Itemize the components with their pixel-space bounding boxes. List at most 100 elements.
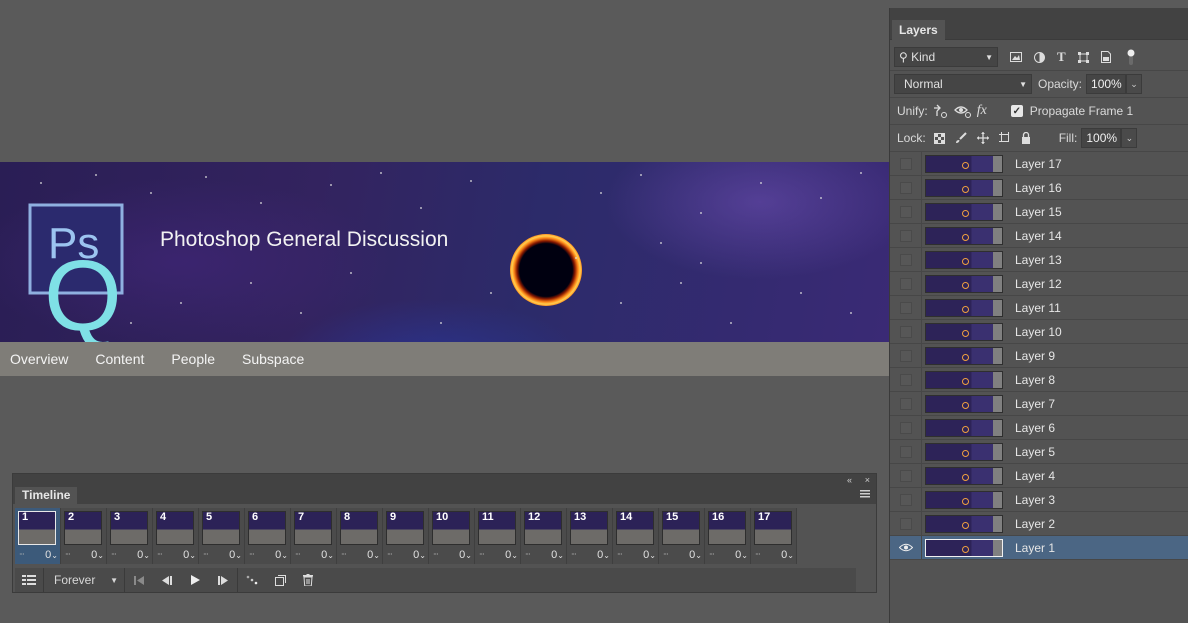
animation-frame[interactable]: 1 ⋅⋅⋅ 0⌄	[15, 508, 61, 564]
visibility-toggle[interactable]	[890, 415, 922, 440]
frame-delay-select[interactable]: 0⌄	[781, 549, 794, 561]
tween-icon[interactable]	[238, 568, 266, 592]
fill-dropdown-button[interactable]: ⌄	[1121, 128, 1138, 148]
visibility-toggle[interactable]	[890, 463, 922, 488]
layer-name[interactable]: Layer 14	[1015, 229, 1062, 243]
animation-frame[interactable]: 14 ⋅⋅⋅ 0⌄	[613, 508, 659, 564]
unify-style-icon[interactable]: fx	[977, 103, 987, 119]
convert-to-video-timeline-icon[interactable]	[15, 568, 43, 592]
frame-delay-select[interactable]: 0⌄	[735, 549, 748, 561]
layer-name[interactable]: Layer 6	[1015, 421, 1055, 435]
animation-frame[interactable]: 13 ⋅⋅⋅ 0⌄	[567, 508, 613, 564]
visibility-toggle[interactable]	[890, 175, 922, 200]
frame-delay-select[interactable]: 0⌄	[367, 549, 380, 561]
animation-frame[interactable]: 7 ⋅⋅⋅ 0⌄	[291, 508, 337, 564]
visibility-toggle[interactable]	[890, 223, 922, 248]
frame-delay-select[interactable]: 0⌄	[45, 549, 58, 561]
animation-frame[interactable]: 6 ⋅⋅⋅ 0⌄	[245, 508, 291, 564]
layer-row[interactable]: Layer 7	[890, 391, 1188, 416]
layer-row[interactable]: Layer 1	[890, 535, 1188, 560]
lock-transparent-pixels-icon[interactable]	[933, 132, 945, 144]
filter-toggle-icon[interactable]	[1127, 49, 1135, 65]
animation-frame[interactable]: 12 ⋅⋅⋅ 0⌄	[521, 508, 567, 564]
previous-frame-icon[interactable]	[153, 568, 181, 592]
loop-options-select[interactable]: Forever ▼	[44, 573, 124, 587]
layer-name[interactable]: Layer 13	[1015, 253, 1062, 267]
layer-name[interactable]: Layer 17	[1015, 157, 1062, 171]
visibility-toggle[interactable]	[890, 511, 922, 536]
frame-disposal-icon[interactable]: ⋅⋅⋅	[341, 550, 347, 559]
frame-delay-select[interactable]: 0⌄	[413, 549, 426, 561]
animation-frame[interactable]: 2 ⋅⋅⋅ 0⌄	[61, 508, 107, 564]
timeline-tab[interactable]: Timeline	[15, 487, 78, 504]
layer-row[interactable]: Layer 11	[890, 295, 1188, 320]
frame-disposal-icon[interactable]: ⋅⋅⋅	[709, 550, 715, 559]
frame-disposal-icon[interactable]: ⋅⋅⋅	[65, 550, 71, 559]
layer-name[interactable]: Layer 9	[1015, 349, 1055, 363]
visibility-toggle[interactable]	[890, 439, 922, 464]
shape-filter-icon[interactable]	[1077, 51, 1089, 63]
animation-frame[interactable]: 10 ⋅⋅⋅ 0⌄	[429, 508, 475, 564]
layer-row[interactable]: Layer 6	[890, 415, 1188, 440]
lock-position-icon[interactable]	[976, 132, 989, 144]
opacity-dropdown-button[interactable]: ⌄	[1126, 74, 1143, 94]
trash-icon[interactable]	[294, 568, 322, 592]
frame-delay-select[interactable]: 0⌄	[597, 549, 610, 561]
animation-frame[interactable]: 4 ⋅⋅⋅ 0⌄	[153, 508, 199, 564]
visibility-toggle[interactable]	[890, 391, 922, 416]
lock-artboard-icon[interactable]	[998, 132, 1011, 144]
frame-delay-select[interactable]: 0⌄	[275, 549, 288, 561]
blend-mode-select[interactable]: Normal ▼	[894, 74, 1032, 94]
propagate-frame-checkbox[interactable]: ✓	[1010, 105, 1023, 117]
frame-disposal-icon[interactable]: ⋅⋅⋅	[295, 550, 301, 559]
visibility-toggle[interactable]	[890, 247, 922, 272]
lock-image-pixels-icon[interactable]	[955, 132, 967, 144]
next-frame-icon[interactable]	[209, 568, 237, 592]
frame-disposal-icon[interactable]: ⋅⋅⋅	[387, 550, 393, 559]
frame-disposal-icon[interactable]: ⋅⋅⋅	[525, 550, 531, 559]
opacity-input[interactable]: 100%	[1086, 74, 1127, 94]
animation-frame[interactable]: 16 ⋅⋅⋅ 0⌄	[705, 508, 751, 564]
visibility-toggle[interactable]	[890, 271, 922, 296]
animation-frame[interactable]: 17 ⋅⋅⋅ 0⌄	[751, 508, 797, 564]
layer-row[interactable]: Layer 5	[890, 439, 1188, 464]
layer-name[interactable]: Layer 1	[1015, 541, 1055, 555]
layer-name[interactable]: Layer 4	[1015, 469, 1055, 483]
layer-row[interactable]: Layer 13	[890, 247, 1188, 272]
frame-delay-select[interactable]: 0⌄	[229, 549, 242, 561]
first-frame-icon[interactable]	[125, 568, 153, 592]
visibility-toggle[interactable]	[890, 367, 922, 392]
layer-name[interactable]: Layer 12	[1015, 277, 1062, 291]
panel-menu-icon[interactable]	[860, 490, 870, 498]
animation-frame[interactable]: 15 ⋅⋅⋅ 0⌄	[659, 508, 705, 564]
layer-row[interactable]: Layer 2	[890, 511, 1188, 536]
layer-name[interactable]: Layer 11	[1015, 301, 1061, 315]
frame-delay-select[interactable]: 0⌄	[505, 549, 518, 561]
frame-disposal-icon[interactable]: ⋅⋅⋅	[157, 550, 163, 559]
layer-row[interactable]: Layer 3	[890, 487, 1188, 512]
layer-row[interactable]: Layer 4	[890, 463, 1188, 488]
visibility-toggle[interactable]	[890, 151, 922, 176]
frame-delay-select[interactable]: 0⌄	[183, 549, 196, 561]
lock-all-icon[interactable]	[1021, 132, 1031, 144]
animation-frame[interactable]: 5 ⋅⋅⋅ 0⌄	[199, 508, 245, 564]
frame-delay-select[interactable]: 0⌄	[689, 549, 702, 561]
layer-row[interactable]: Layer 9	[890, 343, 1188, 368]
layer-name[interactable]: Layer 10	[1015, 325, 1062, 339]
animation-frame[interactable]: 3 ⋅⋅⋅ 0⌄	[107, 508, 153, 564]
frame-delay-select[interactable]: 0⌄	[321, 549, 334, 561]
layer-name[interactable]: Layer 3	[1015, 493, 1055, 507]
visibility-toggle[interactable]	[890, 535, 922, 560]
collapse-icon[interactable]: «	[847, 474, 852, 487]
layer-name[interactable]: Layer 15	[1015, 205, 1062, 219]
layer-name[interactable]: Layer 7	[1015, 397, 1055, 411]
frame-delay-select[interactable]: 0⌄	[551, 549, 564, 561]
layer-name[interactable]: Layer 2	[1015, 517, 1055, 531]
nav-people[interactable]: People	[171, 351, 215, 367]
layer-row[interactable]: Layer 12	[890, 271, 1188, 296]
visibility-toggle[interactable]	[890, 295, 922, 320]
layer-row[interactable]: Layer 8	[890, 367, 1188, 392]
layer-row[interactable]: Layer 10	[890, 319, 1188, 344]
frame-disposal-icon[interactable]: ⋅⋅⋅	[249, 550, 255, 559]
frame-delay-select[interactable]: 0⌄	[91, 549, 104, 561]
